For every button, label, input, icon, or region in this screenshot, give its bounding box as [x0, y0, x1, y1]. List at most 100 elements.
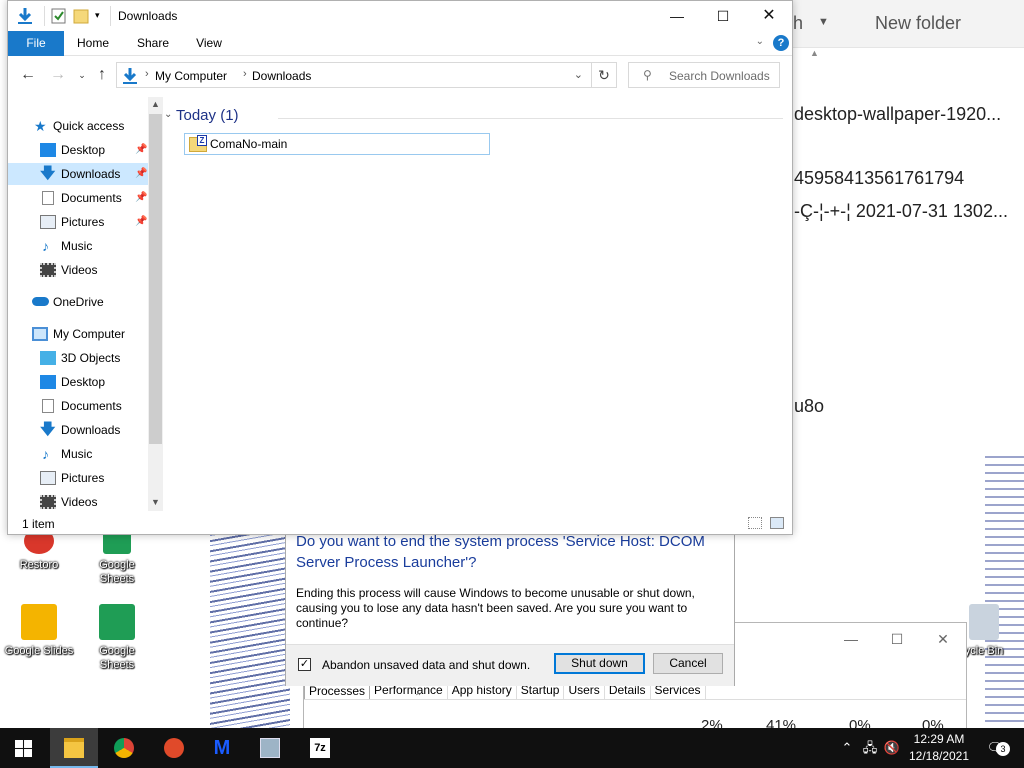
expand-ribbon-icon[interactable]: ⌄	[756, 36, 764, 47]
desktop-wallpaper-pattern	[210, 530, 290, 730]
dialog-footer: ✓ Abandon unsaved data and shut down. Sh…	[286, 644, 734, 686]
nav-item-3d-objects[interactable]: 3D Objects	[8, 347, 148, 369]
nav-item-documents[interactable]: Documents 📌	[8, 187, 148, 209]
up-arrow-icon[interactable]: ↑	[92, 65, 112, 85]
divider	[110, 6, 111, 26]
nav-item-pictures[interactable]: Pictures 📌	[8, 211, 148, 233]
large-icons-view-icon[interactable]	[770, 517, 784, 529]
nav-item-downloads[interactable]: 🡇 Downloads	[8, 419, 148, 441]
collapse-group-icon[interactable]: ⌄	[164, 109, 172, 120]
breadcrumb-root[interactable]: My Computer	[155, 69, 227, 83]
background-file-item[interactable]: -Ç-¦-+-¦ 2021-07-31 1302...	[794, 201, 1008, 222]
system-clock[interactable]: 12:29 AM 12/18/2021	[905, 731, 973, 765]
search-input[interactable]: ⚲ Search Downloads	[628, 62, 780, 88]
details-view-icon[interactable]	[748, 517, 762, 529]
volume-muted-icon[interactable]: 🔇	[882, 728, 902, 768]
dialog-heading: Do you want to end the system process 'S…	[296, 533, 705, 571]
properties-icon[interactable]	[51, 7, 67, 25]
action-center-button[interactable]: 🗨 3	[980, 728, 1010, 768]
nav-quick-access[interactable]: ★ Quick access	[8, 115, 148, 137]
nav-item-videos[interactable]: Videos	[8, 491, 148, 511]
status-bar: 1 item	[8, 513, 792, 535]
group-header[interactable]: Today (1)	[176, 107, 239, 124]
close-icon[interactable]: ✕	[920, 623, 966, 655]
taskbar-chrome[interactable]	[100, 728, 148, 768]
background-file-item[interactable]: desktop-wallpaper-1920...	[794, 104, 1001, 125]
download-arrow-icon	[18, 8, 32, 24]
file-name: ComaNo-main	[210, 137, 288, 151]
desktop-icon-google-slides[interactable]: Google Slides	[4, 604, 74, 658]
nav-item-desktop[interactable]: Desktop 📌	[8, 139, 148, 161]
cloud-icon	[32, 297, 49, 306]
navigation-bar: ← → ⌄ ↑ › My Computer › Downloads ⌄ ↻ ⚲ …	[8, 57, 792, 95]
taskbar-app[interactable]	[150, 728, 198, 768]
chevron-right-icon[interactable]: ›	[145, 68, 149, 80]
taskbar-7zip[interactable]: 7z	[296, 728, 344, 768]
maximize-icon[interactable]: ☐	[874, 623, 920, 655]
windows-logo-icon	[15, 740, 32, 757]
scrollbar-thumb[interactable]	[149, 114, 162, 444]
taskbar-malwarebytes[interactable]: M	[198, 728, 246, 768]
nav-item-desktop[interactable]: Desktop	[8, 371, 148, 393]
tab-view[interactable]: View	[184, 31, 234, 56]
recent-locations-icon[interactable]: ⌄	[72, 65, 92, 85]
desktop-icon-google-sheets[interactable]: Google Sheets	[82, 528, 152, 586]
navigation-scrollbar[interactable]: ▲ ▼	[148, 97, 163, 511]
chevron-up-icon[interactable]: ⌃	[838, 728, 856, 768]
cancel-button[interactable]: Cancel	[653, 653, 723, 674]
shut-down-button[interactable]: Shut down	[554, 653, 645, 674]
taskbar-photos[interactable]	[246, 728, 294, 768]
network-icon[interactable]: 🖧	[860, 728, 880, 768]
nav-label: 3D Objects	[61, 351, 121, 365]
new-folder-icon[interactable]	[73, 7, 89, 25]
checkbox-label[interactable]: Abandon unsaved data and shut down.	[322, 658, 530, 672]
scroll-up-icon[interactable]: ▲	[148, 99, 163, 109]
nav-label: Documents	[61, 191, 122, 205]
tab-file[interactable]: File	[8, 31, 64, 56]
ribbon-tabs: File Home Share View ⌄ ?	[8, 31, 792, 56]
chevron-down-icon[interactable]: ▼	[818, 16, 829, 28]
tab-share[interactable]: Share	[128, 31, 178, 56]
nav-label: Desktop	[61, 375, 106, 389]
tab-home[interactable]: Home	[68, 31, 118, 56]
desktop-icon	[40, 143, 56, 157]
new-folder-button[interactable]: New folder	[875, 13, 961, 34]
forward-arrow-icon[interactable]: →	[48, 65, 68, 85]
minimize-icon[interactable]: —	[828, 623, 874, 655]
nav-item-documents[interactable]: Documents	[8, 395, 148, 417]
file-item[interactable]: Z ComaNo-main	[184, 133, 490, 155]
nav-item-music[interactable]: ♪ Music	[8, 443, 148, 465]
pin-icon: 📌	[135, 216, 148, 227]
nav-onedrive[interactable]: OneDrive	[8, 291, 148, 313]
address-bar[interactable]: › My Computer › Downloads ⌄	[116, 62, 592, 88]
nav-item-downloads[interactable]: 🡇 Downloads 📌	[8, 163, 148, 185]
app-icon	[164, 738, 184, 758]
background-file-item[interactable]: u8o	[794, 396, 824, 417]
background-file-item[interactable]: 45958413561761794	[794, 168, 964, 189]
nav-label: Videos	[61, 263, 98, 277]
nav-item-videos[interactable]: Videos	[8, 259, 148, 281]
download-arrow-icon: 🡇	[40, 165, 56, 182]
desktop-icon-google-sheets[interactable]: Google Sheets	[82, 604, 152, 672]
abandon-data-checkbox[interactable]: ✓	[298, 658, 311, 671]
customize-toolbar-icon[interactable]: ▾	[95, 10, 100, 21]
chevron-right-icon[interactable]: ›	[243, 68, 247, 80]
nav-my-computer[interactable]: My Computer	[8, 323, 148, 345]
refresh-icon[interactable]: ↻	[591, 62, 617, 88]
scroll-down-icon[interactable]: ▼	[148, 497, 163, 507]
folder-icon	[64, 738, 84, 758]
nav-item-music[interactable]: ♪ Music	[8, 235, 148, 257]
clock-date: 12/18/2021	[908, 749, 970, 763]
end-process-dialog: Do you want to end the system process 'S…	[285, 520, 735, 686]
close-icon[interactable]: ✕	[746, 1, 792, 31]
help-icon[interactable]: ?	[773, 35, 789, 51]
breadcrumb-current[interactable]: Downloads	[252, 69, 311, 83]
taskbar-file-explorer[interactable]	[50, 728, 98, 768]
nav-item-pictures[interactable]: Pictures	[8, 467, 148, 489]
start-button[interactable]	[0, 728, 48, 768]
back-arrow-icon[interactable]: ←	[18, 65, 38, 85]
nav-label: Desktop	[61, 143, 106, 157]
minimize-icon[interactable]: —	[654, 1, 700, 31]
maximize-icon[interactable]: ☐	[700, 1, 746, 31]
address-dropdown-icon[interactable]: ⌄	[574, 68, 583, 81]
